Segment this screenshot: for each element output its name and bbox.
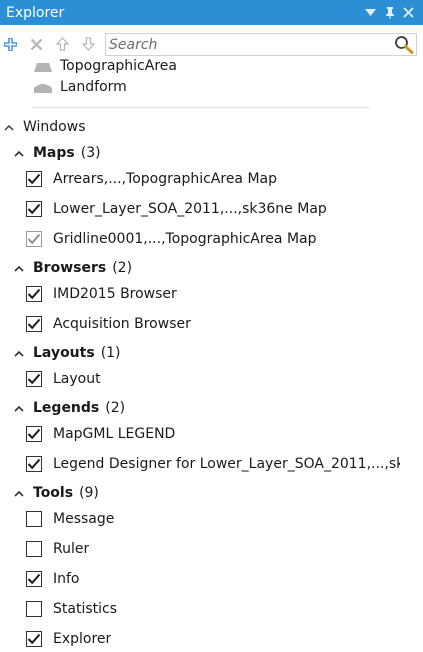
window-item-label: Legend Designer for Lower_Layer_SOA_2011…	[53, 456, 400, 472]
tree-item-label: Landform	[60, 79, 127, 95]
window-item[interactable]: Arrears,...,TopographicArea Map	[26, 166, 277, 192]
window-item[interactable]: Lower_Layer_SOA_2011,...,sk36ne Map	[26, 196, 327, 222]
checkmark-icon	[27, 173, 41, 185]
delete-icon	[30, 38, 42, 50]
group-maps[interactable]: Maps (3)	[12, 140, 101, 166]
group-count: (2)	[105, 400, 126, 416]
checkmark-icon	[27, 633, 41, 645]
window-item-label: Ruler	[53, 541, 90, 557]
window-item-label: Statistics	[53, 601, 117, 617]
chevron-up-icon[interactable]	[12, 405, 26, 412]
tree-node-windows[interactable]: Windows	[2, 114, 86, 140]
group-name: Legends	[33, 400, 100, 416]
titlebar-controls	[364, 6, 423, 19]
group-tools[interactable]: Tools (9)	[12, 480, 99, 506]
window-item-label: MapGML LEGEND	[53, 426, 176, 442]
visibility-checkbox[interactable]	[26, 371, 42, 387]
divider	[32, 107, 370, 108]
group-layouts[interactable]: Layouts (1)	[12, 340, 121, 366]
visibility-checkbox[interactable]	[26, 426, 42, 442]
visibility-checkbox[interactable]	[26, 511, 42, 527]
chevron-up-icon[interactable]	[2, 124, 16, 131]
visibility-checkbox[interactable]	[26, 316, 42, 332]
visibility-checkbox[interactable]	[26, 286, 42, 302]
window-item[interactable]: Layout	[26, 366, 101, 392]
window-item-label: Layout	[53, 371, 101, 387]
window-item[interactable]: IMD2015 Browser	[26, 281, 177, 307]
window-item[interactable]: Ruler	[26, 536, 89, 562]
group-name: Maps	[33, 145, 75, 161]
area-layer-icon	[34, 62, 52, 72]
landform-layer-icon	[34, 83, 52, 93]
tree-item-label: TopographicArea	[60, 58, 177, 74]
panel-titlebar: Explorer	[0, 0, 423, 25]
checkmark-icon	[27, 288, 41, 300]
chevron-up-icon[interactable]	[12, 150, 26, 157]
visibility-checkbox[interactable]	[26, 631, 42, 647]
window-item-label: Info	[53, 571, 80, 587]
chevron-up-icon[interactable]	[12, 490, 26, 497]
window-item[interactable]: Acquisition Browser	[26, 311, 191, 337]
chevron-up-icon[interactable]	[12, 265, 26, 272]
visibility-checkbox[interactable]	[26, 571, 42, 587]
tree-item-topographicarea[interactable]: TopographicArea	[33, 55, 177, 77]
window-item[interactable]: Legend Designer for Lower_Layer_SOA_2011…	[26, 451, 400, 477]
pin-icon[interactable]	[383, 6, 396, 19]
group-count: (2)	[112, 260, 133, 276]
window-item-label: Acquisition Browser	[53, 316, 191, 332]
visibility-checkbox[interactable]	[26, 201, 42, 217]
search-icon[interactable]	[392, 34, 416, 56]
checkmark-icon	[27, 373, 41, 385]
search-box	[105, 33, 417, 56]
window-item-label: IMD2015 Browser	[53, 286, 177, 302]
window-item-label: Message	[53, 511, 115, 527]
visibility-checkbox[interactable]	[26, 231, 42, 247]
group-name: Browsers	[33, 260, 107, 276]
group-count: (3)	[80, 145, 101, 161]
visibility-checkbox[interactable]	[26, 541, 42, 557]
remove-button[interactable]	[23, 31, 49, 57]
visibility-checkbox[interactable]	[26, 456, 42, 472]
panel-title: Explorer	[6, 4, 65, 21]
group-legends[interactable]: Legends (2)	[12, 395, 125, 421]
arrow-up-icon	[55, 37, 69, 51]
window-item[interactable]: MapGML LEGEND	[26, 421, 175, 447]
checkmark-icon	[27, 573, 41, 585]
window-item[interactable]: Explorer	[26, 626, 111, 652]
move-up-button[interactable]	[49, 31, 75, 57]
add-button[interactable]	[0, 31, 23, 57]
window-item-label: Explorer	[53, 631, 112, 647]
tree-item-landform[interactable]: Landform	[33, 76, 127, 98]
window-item[interactable]: Message	[26, 506, 114, 532]
group-browsers[interactable]: Browsers (2)	[12, 255, 132, 281]
checkmark-icon	[27, 203, 41, 215]
window-item[interactable]: Info	[26, 566, 80, 592]
move-down-button[interactable]	[75, 31, 101, 57]
chevron-up-icon[interactable]	[12, 350, 26, 357]
window-item[interactable]: Statistics	[26, 596, 117, 622]
checkmark-icon	[27, 428, 41, 440]
dropdown-icon[interactable]	[364, 6, 377, 19]
windows-label: Windows	[23, 119, 86, 135]
visibility-checkbox[interactable]	[26, 171, 42, 187]
checkmark-icon	[27, 233, 41, 245]
window-item-label: Arrears,...,TopographicArea Map	[53, 171, 277, 187]
window-item[interactable]: Gridline0001,...,TopographicArea Map	[26, 226, 317, 252]
search-input[interactable]	[106, 34, 392, 55]
close-icon[interactable]	[402, 6, 415, 19]
explorer-toolbar	[0, 30, 423, 58]
group-count: (1)	[100, 345, 121, 361]
group-name: Layouts	[33, 345, 95, 361]
checkmark-icon	[27, 458, 41, 470]
visibility-checkbox[interactable]	[26, 601, 42, 617]
group-name: Tools	[33, 485, 74, 501]
checkmark-icon	[27, 318, 41, 330]
window-item-label: Gridline0001,...,TopographicArea Map	[53, 231, 317, 247]
arrow-down-icon	[81, 37, 95, 51]
group-count: (9)	[79, 485, 99, 501]
plus-icon	[3, 37, 17, 51]
window-item-label: Lower_Layer_SOA_2011,...,sk36ne Map	[53, 201, 327, 217]
